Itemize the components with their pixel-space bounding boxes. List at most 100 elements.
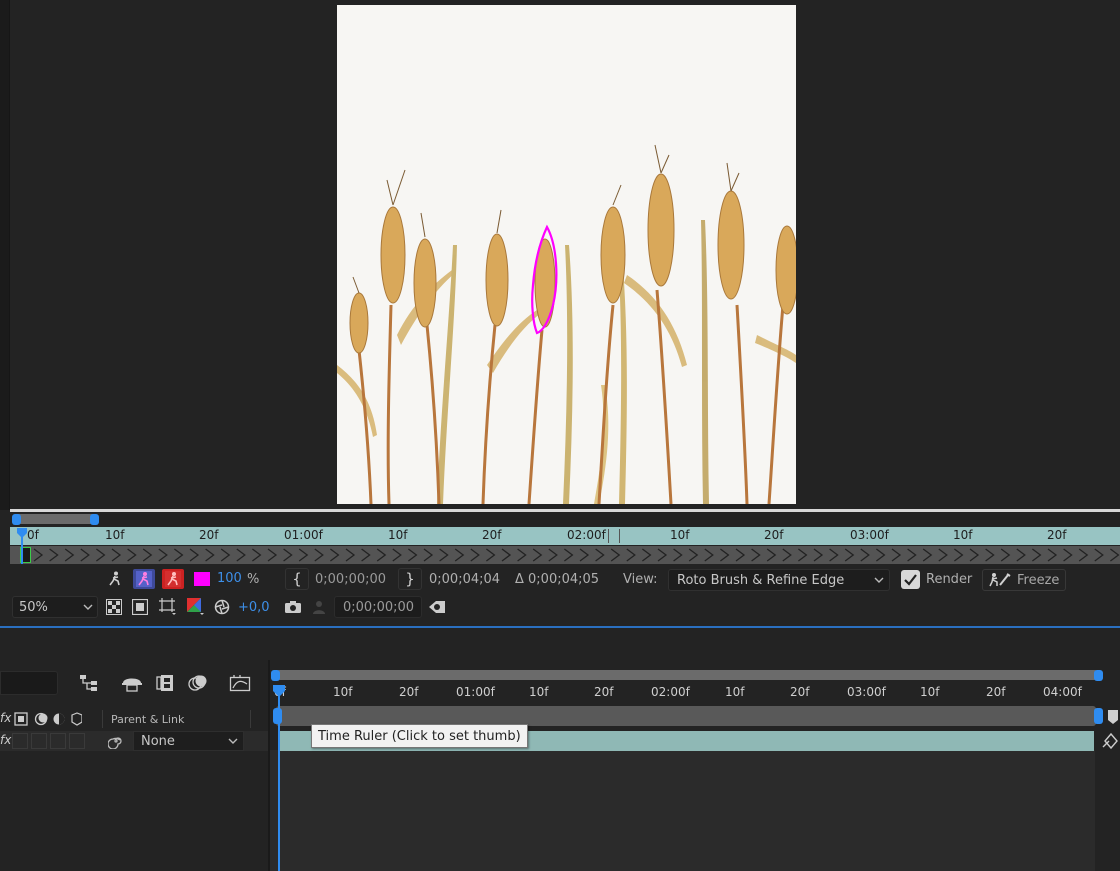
toggle-pixel-aspect-button[interactable] [426,597,448,617]
navigator-start-handle[interactable] [12,514,21,525]
propagation-chevron [564,548,574,562]
composition-flowchart-button[interactable] [78,673,102,693]
propagation-chevron [626,548,636,562]
mask-visibility-button[interactable] [130,597,150,617]
layer-time-ruler[interactable]: 0f 10f 20f 01:00f 10f 20f 02:00f 10f 20f… [10,527,1120,545]
in-bracket-icon: { [292,570,302,588]
propagation-chevron [1063,548,1073,562]
playhead-handle-icon[interactable] [272,684,286,698]
set-in-point-button[interactable]: { [285,568,309,590]
transparency-grid-button[interactable] [104,597,124,617]
shy-layers-button[interactable] [120,673,144,693]
footage-frame[interactable] [337,5,796,504]
checkerboard-icon [106,599,122,615]
set-out-point-button[interactable]: } [398,568,422,590]
parent-dropdown[interactable]: None [133,731,244,751]
navigator-end-handle[interactable] [90,514,99,525]
propagation-chevron [236,548,246,562]
timeline-search-input[interactable] [0,671,58,695]
adjustment-switch[interactable] [50,733,66,749]
panel-edge [0,0,10,510]
pick-whip-spiral-icon[interactable] [108,733,124,749]
shy-face-icon [122,678,142,692]
checkmark-icon [904,574,917,586]
timeline-track-area[interactable] [270,750,1095,871]
overlay-color-swatch[interactable] [193,571,211,587]
time-navigator-track[interactable] [276,706,1096,726]
work-area-end-handle[interactable] [1094,670,1103,681]
overlay-opacity-value[interactable]: 100 [217,571,242,586]
work-area-bar[interactable] [276,670,1098,680]
propagation-chevron [314,548,324,562]
propagation-chevron [922,548,933,562]
playhead-handle-icon[interactable] [16,527,28,539]
ruler-label: 03:00f [847,685,886,699]
reset-exposure-button[interactable] [212,597,232,617]
propagation-chevron [532,548,543,562]
region-of-interest-button[interactable] [156,596,178,616]
quality-switch[interactable] [12,733,28,749]
propagation-chevron [361,548,371,562]
parent-link-column-header[interactable]: Parent & Link [111,713,184,726]
ruler-label: 10f [388,528,408,542]
out-bracket-icon: } [405,570,415,588]
show-channel-button[interactable] [184,596,206,616]
propagation-chevron [595,548,605,562]
current-time-indicator[interactable] [278,685,280,871]
propagation-chevron [907,548,917,562]
chevron-down-icon [874,577,884,583]
alpha-overlay-button[interactable] [133,569,155,589]
ruler-label: 02:00f [567,528,606,542]
fx-switch-icon[interactable]: fx [0,733,11,747]
show-snapshot-button[interactable] [309,597,329,617]
keyframe-nav-icon[interactable] [1102,731,1120,751]
motion-blur-switch[interactable] [31,733,47,749]
work-area-start-handle[interactable] [271,670,280,681]
current-time-field[interactable]: 0;00;00;00 [334,596,422,618]
render-checkbox[interactable] [901,570,920,589]
propagation-chevron [64,548,75,562]
3d-layer-switch[interactable] [69,733,85,749]
propagation-chevron [657,548,668,562]
camera-icon [285,601,301,613]
ruler-label: 02:00f [651,685,690,699]
magnification-dropdown[interactable]: 50% [12,596,98,618]
freeze-button[interactable]: Freeze [982,569,1066,591]
propagation-chevron [1000,548,1011,562]
propagation-chevron [891,548,902,562]
cached-frames-marker [608,529,620,543]
view-dropdown[interactable]: Roto Brush & Refine Edge [668,569,890,591]
time-ruler-tooltip: Time Ruler (Click to set thumb) [311,724,528,748]
exposure-value[interactable]: +0,0 [238,600,270,615]
time-navigator-bar[interactable] [14,514,94,524]
comp-marker-bin-icon[interactable] [1106,708,1120,726]
propagation-chevron [548,548,558,562]
propagation-chevron [829,548,839,562]
ruler-label: 20f [594,685,614,699]
figure-boundary-icon [165,571,181,587]
aperture-icon [214,599,230,615]
rgb-channel-icon [187,598,204,615]
take-snapshot-button[interactable] [283,597,303,617]
in-time-value[interactable]: 0;00;00;00 [315,572,386,587]
propagation-chevron [1110,548,1120,562]
roto-brush-tool-button[interactable] [104,569,126,589]
grid-guides-icon [159,598,176,615]
magnification-value: 50% [19,599,48,615]
fx-column-icon: fx [0,711,12,725]
navigator-right-handle[interactable] [1094,708,1103,724]
flowchart-icon [80,675,97,691]
propagation-chevron [220,548,231,562]
propagation-chevron [486,548,496,562]
propagation-chevron [423,548,434,562]
out-time-value[interactable]: 0;00;04;04 [429,572,500,587]
alpha-boundary-button[interactable] [162,569,184,589]
timeline-time-ruler[interactable]: 0f 10f 20f 01:00f 10f 20f 02:00f 10f 20f… [270,682,1100,704]
brush-stroke-icon [429,601,445,613]
propagation-chevron [454,548,465,562]
graph-editor-button[interactable] [228,673,252,693]
layer-panel-navigator[interactable] [10,512,1120,528]
frame-blending-button[interactable] [153,673,177,693]
propagation-chevron [1032,548,1042,562]
motion-blur-button[interactable] [186,673,210,693]
